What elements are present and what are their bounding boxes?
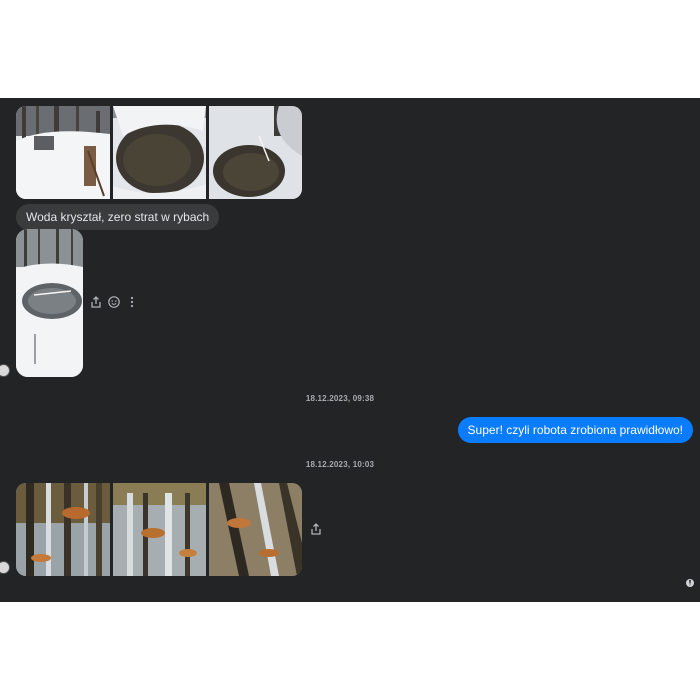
photo-reflection-2[interactable] — [113, 483, 206, 576]
photo-snowy-garden[interactable] — [16, 106, 110, 199]
photo-reflection-1[interactable] — [16, 483, 110, 576]
timestamp: 18.12.2023, 10:03 — [305, 460, 375, 469]
photo-frozen-pond-2[interactable] — [209, 106, 302, 199]
share-icon[interactable] — [89, 295, 103, 309]
sender-avatar[interactable] — [0, 561, 10, 574]
outgoing-message-bubble[interactable]: Super! czyli robota zrobiona prawidłowo! — [457, 417, 693, 443]
timestamp: 18.12.2023, 09:38 — [305, 394, 375, 403]
emoji-react-icon[interactable] — [107, 295, 121, 309]
photo-reflection-3[interactable] — [209, 483, 302, 576]
incoming-message-bubble[interactable]: Woda kryształ, zero strat w rybach — [16, 204, 220, 230]
sender-avatar[interactable] — [0, 364, 10, 377]
seen-avatar-icon — [685, 578, 695, 588]
outgoing-message-text: Super! czyli robota zrobiona prawidłowo! — [467, 423, 683, 437]
photo-frozen-pond-1[interactable] — [113, 106, 206, 199]
share-icon[interactable] — [309, 522, 323, 536]
incoming-message-text: Woda kryształ, zero strat w rybach — [26, 210, 210, 224]
more-options-icon[interactable] — [125, 295, 139, 309]
chat-thread: Woda kryształ, zero strat w rybach 18.12… — [0, 98, 700, 602]
photo-pond-vertical[interactable] — [16, 229, 83, 377]
